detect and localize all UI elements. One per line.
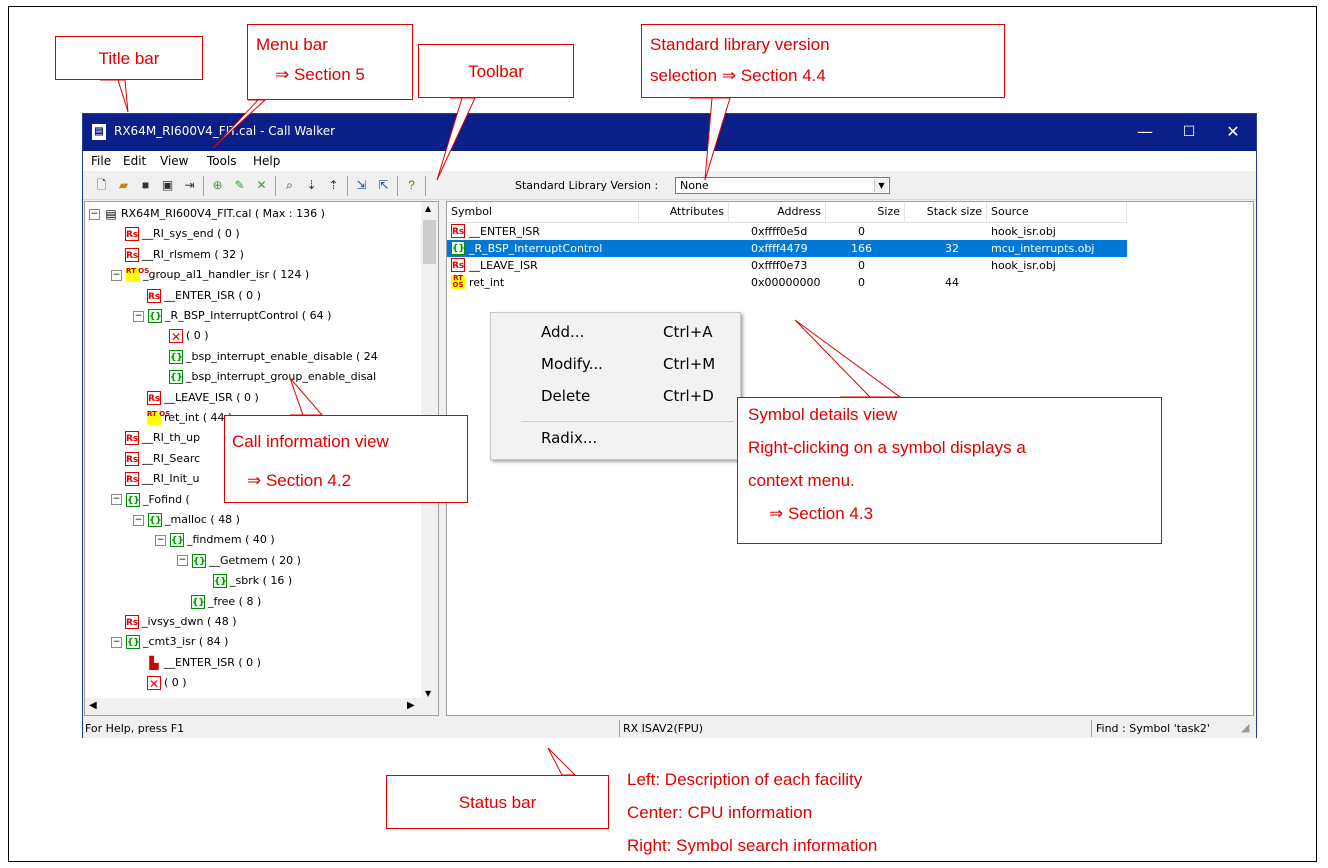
title-bar-callout: Title bar [55, 36, 203, 80]
status-desc-left: Left: Description of each facility [627, 770, 863, 789]
status-desc-right: Right: Symbol search information [627, 836, 878, 855]
menu-bar-callout: Menu bar ⇒ Section 5 [247, 24, 413, 100]
status-desc-center: Center: CPU information [627, 803, 813, 822]
toolbar-callout: Toolbar [418, 44, 574, 98]
status-bar-callout: Status bar [386, 775, 609, 829]
symbol-details-callout: Symbol details view Right-clicking on a … [737, 397, 1162, 544]
stdlib-callout: Standard library version selection ⇒ Sec… [641, 24, 1005, 98]
call-info-callout: Call information view ⇒ Section 4.2 [224, 415, 468, 503]
